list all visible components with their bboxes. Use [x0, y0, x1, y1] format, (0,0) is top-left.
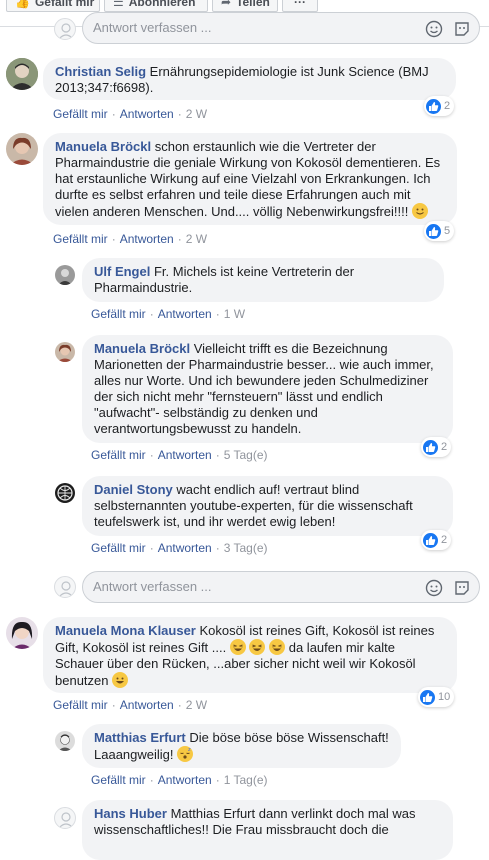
laughing-emoji-icon	[269, 639, 286, 655]
reply-link[interactable]: Antworten	[158, 448, 212, 462]
sticker-icon[interactable]	[453, 19, 471, 49]
like-reaction-icon	[426, 98, 441, 114]
reply-bubble: Manuela Bröckl Vielleicht trifft es die …	[82, 335, 453, 443]
emoji-icon[interactable]	[425, 578, 443, 608]
comment-author[interactable]: Manuela Mona Klauser	[55, 623, 196, 638]
like-link[interactable]: Gefällt mir	[91, 307, 146, 321]
like-reaction-icon	[426, 223, 441, 239]
share-icon: ➦	[221, 0, 232, 9]
comment-author[interactable]: Christian Selig	[55, 64, 146, 79]
reply-actions: Gefällt mir · Antworten · 3 Tag(e)	[91, 541, 268, 555]
grinning-emoji-icon	[112, 672, 129, 688]
like-post-button[interactable]: 👍 Gefällt mir	[6, 0, 100, 12]
sticker-icon[interactable]	[453, 578, 471, 608]
reply-timestamp[interactable]: 5 Tag(e)	[224, 448, 268, 462]
subscribe-button[interactable]: ☰ Abonnieren	[104, 0, 208, 12]
reply-link[interactable]: Antworten	[120, 107, 174, 121]
reaction-count[interactable]: 5	[424, 221, 455, 241]
reply-bubble: Hans Huber Matthias Erfurt dann verlinkt…	[82, 800, 453, 860]
reply-input[interactable]: Antwort verfassen ...	[82, 571, 480, 603]
reply-bubble: Daniel Stony wacht endlich auf! vertraut…	[82, 476, 453, 536]
avatar[interactable]	[55, 265, 75, 285]
like-link[interactable]: Gefällt mir	[53, 698, 108, 712]
reaction-count[interactable]: 2	[421, 530, 452, 550]
reaction-count[interactable]: 2	[421, 437, 452, 457]
like-link[interactable]: Gefällt mir	[91, 541, 146, 555]
comment-author[interactable]: Manuela Bröckl	[55, 139, 151, 154]
laughing-emoji-icon	[249, 639, 266, 655]
like-link[interactable]: Gefällt mir	[91, 773, 146, 787]
avatar[interactable]	[6, 58, 38, 90]
avatar[interactable]	[6, 617, 38, 649]
like-reaction-icon	[420, 689, 435, 705]
current-user-avatar	[54, 576, 76, 598]
comment-bubble: Manuela Mona Klauser Kokosöl ist reines …	[43, 617, 457, 693]
sleepy-emoji-icon: z	[177, 746, 194, 762]
like-link[interactable]: Gefällt mir	[53, 232, 108, 246]
comment-actions: Gefällt mir · Antworten · 2 W	[53, 232, 208, 246]
reply-link[interactable]: Antworten	[158, 773, 212, 787]
like-reaction-icon	[423, 532, 438, 548]
avatar[interactable]	[55, 342, 75, 362]
reaction-number: 10	[438, 691, 451, 703]
reply-timestamp[interactable]: 1 Tag(e)	[224, 773, 268, 787]
reply-actions: Gefällt mir · Antworten · 1 Tag(e)	[91, 773, 268, 787]
reaction-number: 2	[441, 534, 448, 546]
comment-bubble: Christian Selig Ernährungsepidemiologie …	[43, 58, 456, 100]
reaction-number: 2	[444, 100, 451, 112]
reply-author[interactable]: Matthias Erfurt	[94, 730, 186, 745]
avatar[interactable]	[6, 133, 38, 165]
reply-link[interactable]: Antworten	[120, 232, 174, 246]
reply-timestamp[interactable]: 3 Tag(e)	[224, 541, 268, 555]
svg-text:z: z	[188, 747, 191, 753]
reply-author[interactable]: Ulf Engel	[94, 264, 150, 279]
comment-timestamp[interactable]: 2 W	[186, 698, 207, 712]
like-reaction-icon	[423, 439, 438, 455]
avatar[interactable]	[54, 807, 76, 829]
reply-bubble: Matthias Erfurt Die böse böse böse Wisse…	[82, 724, 401, 768]
comment-timestamp[interactable]: 2 W	[186, 107, 207, 121]
laughing-emoji-icon	[229, 639, 246, 655]
reaction-number: 2	[441, 441, 448, 453]
reply-bubble: Ulf Engel Fr. Michels ist keine Vertrete…	[82, 258, 444, 302]
reply-author[interactable]: Daniel Stony	[94, 482, 173, 497]
subscribe-label: Abonnieren	[128, 0, 196, 9]
reaction-number: 5	[444, 225, 451, 237]
comment-bubble: Manuela Bröckl schon erstaunlich wie die…	[43, 133, 457, 225]
reply-actions: Gefällt mir · Antworten · 1 W	[91, 307, 246, 321]
more-button[interactable]: ···	[282, 0, 318, 12]
rss-icon: ☰	[113, 0, 124, 9]
reply-link[interactable]: Antworten	[158, 307, 212, 321]
comment-timestamp[interactable]: 2 W	[186, 232, 207, 246]
reply-placeholder: Antwort verfassen ...	[93, 20, 212, 35]
emoji-icon[interactable]	[425, 19, 443, 49]
reply-link[interactable]: Antworten	[120, 698, 174, 712]
current-user-avatar	[54, 18, 76, 40]
like-link[interactable]: Gefällt mir	[91, 448, 146, 462]
like-post-label: Gefällt mir	[34, 0, 95, 9]
share-button[interactable]: ➦ Teilen	[212, 0, 278, 12]
comment-actions: Gefällt mir · Antworten · 2 W	[53, 107, 208, 121]
smiley-emoji-icon	[411, 203, 428, 219]
more-label: ···	[294, 0, 306, 9]
reply-author[interactable]: Hans Huber	[94, 806, 167, 821]
reply-input[interactable]: Antwort verfassen ...	[82, 12, 480, 44]
reply-author[interactable]: Manuela Bröckl	[94, 341, 190, 356]
reply-actions: Gefällt mir · Antworten · 5 Tag(e)	[91, 448, 268, 462]
like-link[interactable]: Gefällt mir	[53, 107, 108, 121]
comment-actions: Gefällt mir · Antworten · 2 W	[53, 698, 208, 712]
reply-placeholder: Antwort verfassen ...	[93, 579, 212, 594]
reaction-count[interactable]: 10	[418, 687, 455, 707]
avatar[interactable]	[55, 483, 75, 503]
reaction-count[interactable]: 2	[424, 96, 455, 116]
reply-timestamp[interactable]: 1 W	[224, 307, 245, 321]
avatar[interactable]	[55, 731, 75, 751]
thumbs-up-icon: 👍	[15, 0, 30, 9]
reply-link[interactable]: Antworten	[158, 541, 212, 555]
share-label: Teilen	[236, 0, 270, 9]
